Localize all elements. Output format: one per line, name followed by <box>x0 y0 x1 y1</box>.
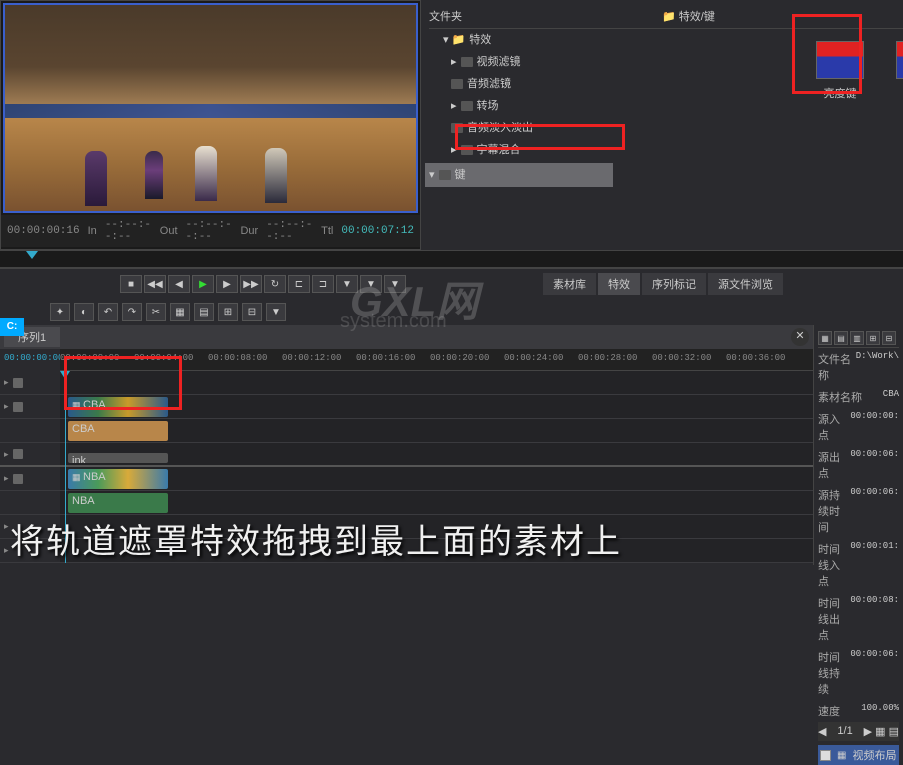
next-frame-button[interactable]: ▶ <box>216 275 238 293</box>
prop-tool[interactable]: ▤ <box>834 331 848 345</box>
watermark-sub: system.com <box>340 310 447 333</box>
prop-tool[interactable]: ▥ <box>850 331 864 345</box>
current-timecode: 00:00:00:16 <box>7 225 80 237</box>
btn[interactable]: ▼ <box>384 275 406 293</box>
btn[interactable]: ▼ <box>336 275 358 293</box>
preview-monitor: 00:00:00:16 In--:--:--:-- Out--:--:--:--… <box>0 0 421 250</box>
stop-button[interactable]: ■ <box>120 275 142 293</box>
tool-button[interactable]: ✦ <box>50 303 70 321</box>
forward-button[interactable]: ▶▶ <box>240 275 262 293</box>
checkbox-icon[interactable] <box>820 750 831 761</box>
folder-label: 文件夹 <box>429 8 462 24</box>
highlight-track-matte <box>792 14 862 94</box>
tool-button[interactable]: ⊟ <box>242 303 262 321</box>
tool-button[interactable]: ▦ <box>170 303 190 321</box>
source-ruler[interactable] <box>0 250 903 268</box>
highlight-keys-tree <box>455 124 625 150</box>
tool-button[interactable]: ⊞ <box>218 303 238 321</box>
effects-keys-label: 特效/键 <box>679 11 715 23</box>
clip-nba[interactable]: ▦ NBA <box>68 469 168 489</box>
effects-tree: ▾ 📁 特效 ▸ 视频滤镜 音频滤镜 ▸ 转场 音频淡入淡出 ▸ 字幕混合 ▾ … <box>429 29 609 189</box>
prop-tool[interactable]: ⊞ <box>866 331 880 345</box>
tool-button[interactable]: ▤ <box>194 303 214 321</box>
close-button[interactable]: ✕ <box>791 328 809 346</box>
tree-root[interactable]: ▾ 📁 特效 <box>429 29 609 51</box>
prop-tool[interactable]: ▦ <box>818 331 832 345</box>
clip-ink[interactable]: ink <box>68 453 168 463</box>
cut-button[interactable]: ✂ <box>146 303 166 321</box>
clip-cba-audio[interactable]: CBA <box>68 421 168 441</box>
tab-effects[interactable]: 特效 <box>598 273 640 295</box>
properties-panel: ▦ ▤ ▥ ⊞ ⊟ 文件名称D:\Work\ 素材名称CBA 源入点00:00:… <box>813 325 903 565</box>
clip-nba-audio[interactable]: NBA <box>68 493 168 513</box>
rewind-button[interactable]: ◀◀ <box>144 275 166 293</box>
tab-source[interactable]: 源文件浏览 <box>708 273 783 295</box>
video-preview[interactable] <box>3 3 418 213</box>
key-chroma[interactable]: 色度键 <box>889 41 903 111</box>
prev-frame-button[interactable]: ◀ <box>168 275 190 293</box>
tree-item-keys[interactable]: ▾ 键 <box>425 163 613 187</box>
tool-button[interactable]: ◐ <box>74 303 94 321</box>
tab-markers[interactable]: 序列标记 <box>642 273 706 295</box>
highlight-top-clip <box>64 356 182 410</box>
btn[interactable]: ▼ <box>360 275 382 293</box>
timeline-position: 00:00:00:00 <box>0 349 60 371</box>
transport-controls: ■ ◀◀ ◀ ▶ ▶ ▶▶ ↻ ⊏ ⊐ ▼ ▼ ▼ 素材库 特效 序列标记 源文… <box>0 268 903 299</box>
tree-item[interactable]: 音频滤镜 <box>429 73 609 95</box>
video-layout-row[interactable]: ▦ 视频布局 <box>818 745 899 765</box>
tree-item[interactable]: ▸ 视频滤镜 <box>429 51 609 73</box>
tab-library[interactable]: 素材库 <box>543 273 596 295</box>
timecode-bar: 00:00:00:16 In--:--:--:-- Out--:--:--:--… <box>1 215 420 247</box>
prop-tool[interactable]: ⊟ <box>882 331 896 345</box>
mark-out-button[interactable]: ⊐ <box>312 275 334 293</box>
play-button[interactable]: ▶ <box>192 275 214 293</box>
drive-badge: C: <box>0 318 24 336</box>
tool-button[interactable]: ↷ <box>122 303 142 321</box>
edit-toolbar: ✦ ◐ ↶ ↷ ✂ ▦ ▤ ⊞ ⊟ ▼ <box>0 299 903 325</box>
tree-item[interactable]: ▸ 转场 <box>429 95 609 117</box>
mark-in-button[interactable]: ⊏ <box>288 275 310 293</box>
tool-button[interactable]: ↶ <box>98 303 118 321</box>
loop-button[interactable]: ↻ <box>264 275 286 293</box>
instruction-caption: 将轨道遮罩特效拖拽到最上面的素材上 <box>10 514 622 563</box>
tool-button[interactable]: ▼ <box>266 303 286 321</box>
